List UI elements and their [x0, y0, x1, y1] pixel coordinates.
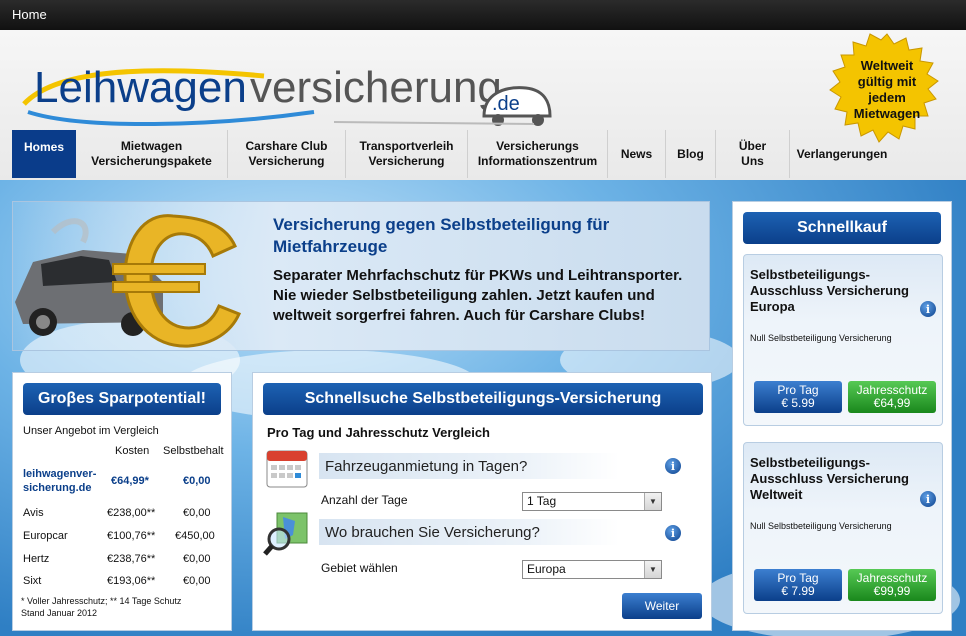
table-row: leihwagenver- sicherung.de €64,99* €0,00: [23, 468, 211, 494]
offer-title: Selbstbeteiligungs-Ausschluss Versicheru…: [750, 267, 909, 314]
info-icon[interactable]: i: [920, 301, 936, 317]
hero-title: Versicherung gegen Selbstbeteiligung für…: [273, 215, 610, 256]
svg-text:versicherung: versicherung: [250, 63, 502, 112]
hero-text: Separater Mehrfachschutz für PKWs und Le…: [273, 267, 683, 324]
chevron-down-icon: ▼: [644, 561, 661, 578]
buy-yearly-button[interactable]: Jahresschutz €99,99: [848, 569, 936, 601]
offer-subtitle: Null Selbstbeteiligung Versicherung: [750, 333, 892, 343]
region-question: Wo brauchen Sie Versicherung?: [319, 519, 619, 545]
days-select[interactable]: 1 Tag ▼: [522, 492, 662, 511]
buy-per-day-button[interactable]: Pro Tag € 5.99: [754, 381, 842, 413]
quick-search-title: Schnellsuche Selbstbeteiligungs-Versiche…: [263, 383, 703, 415]
site-header: Leihwagen versicherung .de Weltweit gült…: [0, 30, 966, 180]
nav-item-verlangerungen[interactable]: Verlangerungen: [790, 130, 894, 178]
nav-item-news[interactable]: News: [608, 130, 666, 178]
days-label: Anzahl der Tage: [321, 493, 408, 507]
main-nav: Homes Mietwagen Versicherungspakete Cars…: [12, 130, 894, 178]
info-icon[interactable]: i: [920, 491, 936, 507]
map-magnifier-icon: [263, 512, 308, 556]
crashed-car-euro-image: [15, 214, 242, 348]
buy-yearly-button[interactable]: Jahresschutz €64,99: [848, 381, 936, 413]
region-label: Gebiet wählen: [321, 561, 398, 575]
nav-item-mietwagen[interactable]: Mietwagen Versicherungspakete: [76, 130, 228, 178]
hero-banner: Versicherung gegen Selbstbeteiligung für…: [12, 201, 710, 351]
region-select[interactable]: Europa ▼: [522, 560, 662, 579]
badge-text: Weltweit gültig mit jedem Mietwagen: [853, 58, 921, 121]
nav-item-ueber-uns[interactable]: Über Uns: [716, 130, 790, 178]
offer-weltweit: Selbstbeteiligungs-Ausschluss Versicheru…: [743, 442, 943, 614]
info-icon[interactable]: i: [665, 458, 681, 474]
days-question: Fahrzeuganmietung in Tagen?: [319, 453, 619, 479]
nav-item-informationszentrum[interactable]: Versicherungs Informationszentrum: [468, 130, 608, 178]
offer-subtitle: Null Selbstbeteiligung Versicherung: [750, 521, 892, 531]
savings-panel: Groβes Sparpotential! Unser Angebot im V…: [12, 372, 232, 631]
quick-search-panel: Schnellsuche Selbstbeteiligungs-Versiche…: [252, 372, 712, 631]
offer-europa: Selbstbeteiligungs-Ausschluss Versicheru…: [743, 254, 943, 426]
continue-button[interactable]: Weiter: [622, 593, 702, 619]
home-link[interactable]: Home: [12, 7, 47, 22]
quickbuy-panel: Schnellkauf Selbstbeteiligungs-Ausschlus…: [732, 201, 952, 631]
buy-per-day-button[interactable]: Pro Tag € 7.99: [754, 569, 842, 601]
site-logo[interactable]: Leihwagen versicherung .de: [14, 42, 554, 142]
nav-item-homes[interactable]: Homes: [12, 130, 76, 178]
column-header-cost: Kosten: [115, 445, 150, 457]
svg-text:.de: .de: [492, 93, 520, 115]
nav-item-blog[interactable]: Blog: [666, 130, 716, 178]
calendar-icon: [266, 450, 308, 488]
nav-item-transportverleih[interactable]: Transportverleih Versicherung: [346, 130, 468, 178]
quickbuy-title: Schnellkauf: [743, 212, 941, 244]
chevron-down-icon: ▼: [644, 493, 661, 510]
savings-title: Groβes Sparpotential!: [23, 383, 221, 415]
quick-search-subtitle: Pro Tag und Jahresschutz Vergleich: [267, 425, 490, 440]
savings-footnote: * Voller Jahresschutz; ** 14 Tage Schutz…: [21, 596, 182, 618]
offer-title: Selbstbeteiligungs-Ausschluss Versicheru…: [750, 455, 909, 502]
savings-intro: Unser Angebot im Vergleich: [23, 425, 159, 437]
column-header-excess: Selbstbehalt: [163, 445, 224, 457]
info-icon[interactable]: i: [665, 525, 681, 541]
nav-item-carshare[interactable]: Carshare Club Versicherung: [228, 130, 346, 178]
svg-text:Leihwagen: Leihwagen: [34, 63, 247, 112]
top-bar: Home: [0, 0, 966, 30]
